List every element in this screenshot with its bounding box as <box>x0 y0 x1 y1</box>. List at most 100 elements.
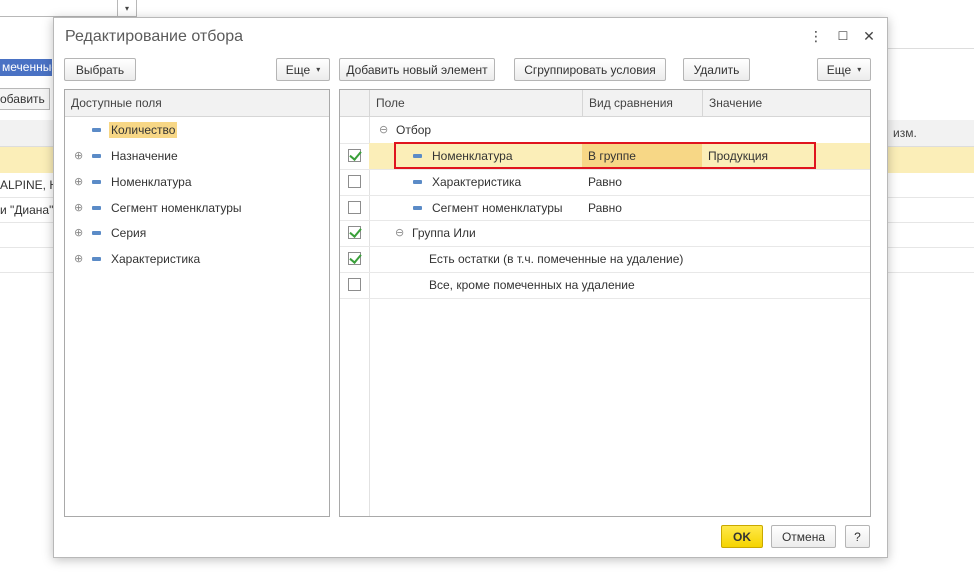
condition-row-root[interactable]: ⊖ Отбор <box>340 117 870 143</box>
background-add-button[interactable]: обавить <box>0 88 50 110</box>
group-conditions-label: Сгруппировать условия <box>524 62 656 77</box>
field-icon <box>92 257 101 261</box>
column-header-field[interactable]: Поле <box>369 90 582 117</box>
more-left-button[interactable]: Еще ▾ <box>276 58 330 81</box>
delete-label: Удалить <box>693 62 740 77</box>
condition-label: Все, кроме помеченных на удаление <box>429 278 635 292</box>
field-icon <box>92 154 101 158</box>
condition-label: Есть остатки (в т.ч. помеченные на удале… <box>429 252 684 266</box>
chevron-down-icon: ▾ <box>316 65 321 74</box>
help-icon: ? <box>854 529 861 544</box>
condition-checkbox[interactable] <box>348 252 361 265</box>
conditions-table-header: Поле Вид сравнения Значение <box>340 90 870 117</box>
chevron-down-icon[interactable]: ▾ <box>117 0 136 16</box>
available-fields-title: Доступные поля <box>71 96 162 110</box>
field-item-characteristic[interactable]: ⊕ Характеристика <box>65 246 329 272</box>
checkbox-column-header <box>340 90 369 117</box>
background-table-row[interactable] <box>887 198 974 223</box>
background-selected-row[interactable] <box>0 147 53 173</box>
field-icon <box>92 231 101 235</box>
background-selected-row[interactable] <box>887 147 974 173</box>
cancel-button-label: Отмена <box>781 529 826 544</box>
collapse-icon[interactable]: ⊖ <box>395 225 404 241</box>
chevron-down-icon: ▾ <box>857 65 862 74</box>
background-table-row[interactable] <box>887 223 974 248</box>
available-fields-header: Доступные поля <box>65 90 329 117</box>
more-right-button[interactable]: Еще ▾ <box>817 58 871 81</box>
condition-label: Группа Или <box>412 226 476 240</box>
more-actions-icon[interactable]: ⋮ <box>808 28 824 44</box>
filter-conditions-panel[interactable]: Поле Вид сравнения Значение ⊖ Отбор Номе… <box>339 89 871 517</box>
field-item-nomenclature[interactable]: ⊕ Номенклатура <box>65 169 329 195</box>
field-icon <box>92 206 101 210</box>
field-item-quantity[interactable]: Количество <box>65 117 329 143</box>
field-item-series[interactable]: ⊕ Серия <box>65 220 329 246</box>
condition-row-has-stock[interactable]: Есть остатки (в т.ч. помеченные на удале… <box>340 246 870 272</box>
more-left-label: Еще <box>285 62 311 77</box>
more-right-label: Еще <box>826 62 852 77</box>
condition-row-not-deleted[interactable]: Все, кроме помеченных на удаление <box>340 272 870 298</box>
dialog-title: Редактирование отбора <box>65 28 244 45</box>
maximize-icon[interactable]: ☐ <box>835 28 851 44</box>
ok-button[interactable]: OK <box>721 525 763 548</box>
group-conditions-button[interactable]: Сгруппировать условия <box>514 58 666 81</box>
condition-checkbox[interactable] <box>348 175 361 188</box>
field-item-purpose[interactable]: ⊕ Назначение <box>65 143 329 169</box>
field-icon <box>413 206 422 210</box>
comparison-value[interactable]: Равно <box>586 174 624 190</box>
background-table-row[interactable]: ALPINE, H <box>0 173 53 198</box>
condition-row-or-group[interactable]: ⊖ Группа Или <box>340 220 870 246</box>
annotation-highlight-box <box>394 142 816 169</box>
field-label: Серия <box>111 226 147 240</box>
field-label: Характеристика <box>111 252 201 266</box>
expand-icon[interactable]: ⊕ <box>74 200 83 216</box>
background-table-row[interactable] <box>887 248 974 273</box>
field-label: Сегмент номенклатуры <box>111 201 242 215</box>
field-icon <box>413 180 422 184</box>
background-table-header <box>0 120 53 147</box>
field-label: Назначение <box>111 149 178 163</box>
select-button[interactable]: Выбрать <box>64 58 136 81</box>
condition-checkbox[interactable] <box>348 278 361 291</box>
condition-row-nomenclature-segment[interactable]: Сегмент номенклатуры Равно <box>340 195 870 221</box>
condition-label: Сегмент номенклатуры <box>432 201 563 215</box>
delete-button[interactable]: Удалить <box>683 58 750 81</box>
help-button[interactable]: ? <box>845 525 870 548</box>
ok-button-label: OK <box>733 529 751 544</box>
background-divider <box>887 48 974 49</box>
comparison-value[interactable]: Равно <box>586 200 624 216</box>
background-table-row[interactable] <box>0 223 53 248</box>
expand-icon[interactable]: ⊕ <box>74 251 83 267</box>
background-table-row[interactable] <box>0 248 53 273</box>
column-header-comparison[interactable]: Вид сравнения <box>582 90 702 117</box>
field-label: Номенклатура <box>111 175 192 189</box>
column-header-value[interactable]: Значение <box>702 90 872 117</box>
row-divider <box>340 298 870 299</box>
collapse-icon[interactable]: ⊖ <box>379 122 388 138</box>
expand-icon[interactable]: ⊕ <box>74 225 83 241</box>
background-table-row[interactable]: и "Диана" <box>0 198 53 223</box>
add-element-label: Добавить новый элемент <box>346 62 488 77</box>
select-button-label: Выбрать <box>75 62 125 77</box>
background-column-header-changed: изм. <box>887 120 974 147</box>
condition-label: Отбор <box>396 123 432 137</box>
condition-row-characteristic[interactable]: Характеристика Равно <box>340 169 870 195</box>
condition-label: Характеристика <box>432 175 522 189</box>
field-label: Количество <box>109 122 178 138</box>
condition-checkbox[interactable] <box>348 149 361 162</box>
field-icon <box>92 128 101 132</box>
background-table-row[interactable] <box>887 173 974 198</box>
available-fields-panel[interactable]: Доступные поля Количество ⊕ Назначение ⊕… <box>64 89 330 517</box>
field-icon <box>92 180 101 184</box>
background-combobox[interactable]: ▾ <box>0 0 137 17</box>
cancel-button[interactable]: Отмена <box>771 525 836 548</box>
background-filter-chip[interactable]: меченные <box>0 59 52 76</box>
condition-checkbox[interactable] <box>348 226 361 239</box>
add-element-button[interactable]: Добавить новый элемент <box>339 58 495 81</box>
close-icon[interactable]: ✕ <box>861 28 877 44</box>
filter-edit-dialog: Редактирование отбора ⋮ ☐ ✕ Выбрать Еще ▾… <box>53 17 888 558</box>
field-item-nomenclature-segment[interactable]: ⊕ Сегмент номенклатуры <box>65 195 329 221</box>
expand-icon[interactable]: ⊕ <box>74 174 83 190</box>
condition-checkbox[interactable] <box>348 201 361 214</box>
expand-icon[interactable]: ⊕ <box>74 148 83 164</box>
